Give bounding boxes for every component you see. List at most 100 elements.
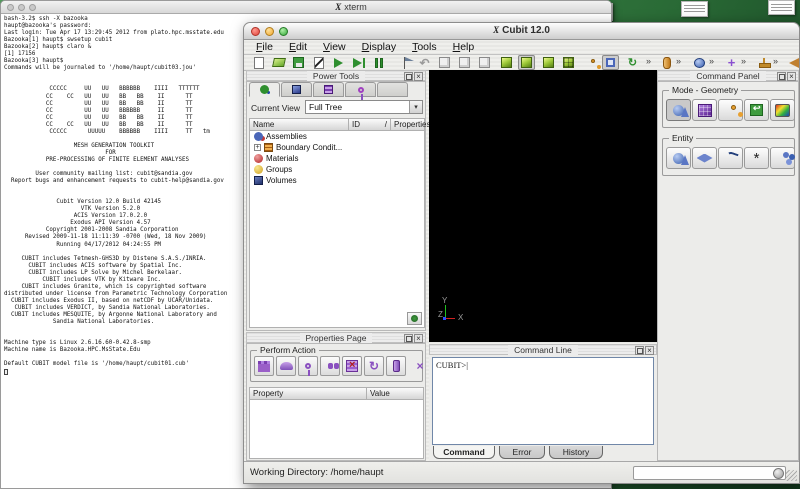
desktop-note-icon[interactable] [681, 1, 708, 17]
chevron-down-icon[interactable]: ▾ [409, 101, 422, 113]
vertex-toolbar-overflow[interactable]: » [741, 56, 746, 66]
power-tools-header[interactable]: Power Tools × [246, 70, 426, 81]
smooth-shade-cube-icon[interactable] [498, 55, 515, 70]
command-input-area[interactable]: CUBIT>| [432, 357, 654, 445]
surface-entity-icon[interactable] [692, 147, 717, 169]
surface-toolbar-icon[interactable] [658, 55, 675, 70]
transparent-cube-icon[interactable] [476, 55, 493, 70]
diagnose-tab[interactable] [345, 82, 376, 100]
mesh-tab[interactable] [313, 82, 344, 97]
play-journal-icon[interactable] [330, 55, 347, 70]
terminal-output[interactable]: bash-3.2$ ssh -X bazooka haupt@bazooka's… [4, 16, 227, 368]
tab-history[interactable]: History [549, 446, 603, 459]
desktop-file-icon[interactable] [768, 0, 795, 15]
xterm-titlebar[interactable]: Xxterm [1, 1, 611, 14]
model-tree[interactable]: Assemblies + Boundary Condit... Materials… [249, 131, 425, 328]
verify-tab[interactable] [377, 82, 408, 97]
properties-page-close-button[interactable]: × [414, 334, 423, 343]
shaded-cube-icon[interactable] [518, 55, 535, 70]
command-line-close-button[interactable]: × [645, 346, 654, 355]
refresh-graphics-icon[interactable]: ↻ [624, 55, 641, 70]
curve-entity-icon[interactable] [718, 147, 743, 169]
cubit-titlebar[interactable]: X Cubit 12.0 [244, 23, 799, 40]
tree-item-materials[interactable]: Materials [250, 153, 424, 164]
column-value[interactable]: Value [367, 387, 424, 400]
properties-page-header[interactable]: Properties Page × [246, 332, 426, 343]
volume-entity-icon[interactable] [666, 147, 691, 169]
properties-table-body[interactable] [249, 400, 424, 459]
exodus-mode-icon[interactable] [744, 99, 769, 121]
expand-icon[interactable]: + [254, 144, 261, 151]
graphics-viewport[interactable]: Y X Z [429, 70, 657, 342]
save-icon[interactable] [290, 55, 307, 70]
search-icon[interactable] [320, 356, 340, 376]
flag-icon[interactable] [396, 55, 414, 70]
status-field[interactable] [633, 466, 786, 480]
post-processing-mode-icon[interactable] [770, 99, 795, 121]
volume-toolbar-overflow[interactable]: » [709, 56, 714, 66]
smooth-icon[interactable] [276, 356, 296, 376]
tab-error[interactable]: Error [499, 446, 545, 459]
pin-close-icon[interactable]: × [410, 356, 430, 376]
mesh-cube-icon[interactable] [560, 55, 577, 70]
volume-toolbar-icon[interactable] [691, 55, 708, 70]
column-id[interactable]: ID / [349, 118, 391, 131]
entity-labels-icon[interactable] [582, 55, 599, 70]
menu-file[interactable]: File [248, 41, 281, 53]
column-name[interactable]: Name [249, 118, 349, 131]
surface-toolbar-overflow[interactable]: » [676, 56, 681, 66]
menu-help[interactable]: Help [445, 41, 483, 53]
command-line-float-button[interactable] [635, 346, 644, 355]
play-journal-to-end-icon[interactable] [350, 55, 367, 70]
axis-toolbar-icon[interactable] [755, 55, 772, 70]
power-tools-close-button[interactable]: × [414, 72, 423, 81]
menu-edit[interactable]: Edit [281, 41, 315, 53]
tree-item-assemblies[interactable]: Assemblies [250, 131, 424, 142]
vertex-entity-icon[interactable]: * [744, 147, 769, 169]
resize-grip[interactable] [786, 470, 797, 481]
key-icon[interactable] [298, 356, 318, 376]
full-tree-tab[interactable] [249, 82, 280, 97]
select-mode-icon[interactable] [602, 55, 619, 70]
command-panel-header[interactable]: Command Panel × [657, 70, 799, 81]
power-tools-float-button[interactable] [404, 72, 413, 81]
tree-item-boundary-conditions[interactable]: + Boundary Condit... [250, 142, 424, 153]
delete-mesh-icon[interactable] [342, 356, 362, 376]
menu-view[interactable]: View [315, 41, 354, 53]
edit-journal-icon[interactable] [310, 55, 327, 70]
menu-tools[interactable]: Tools [404, 41, 445, 53]
column-properties[interactable]: Properties [391, 118, 430, 131]
hidden-line-cube-icon[interactable] [456, 55, 473, 70]
mesh-mode-icon[interactable] [692, 99, 717, 121]
axis-toolbar-overflow[interactable]: » [773, 56, 778, 66]
pause-journal-icon[interactable] [370, 55, 387, 70]
menu-display[interactable]: Display [354, 41, 404, 53]
command-panel-float-button[interactable] [777, 72, 786, 81]
tree-options-button[interactable] [407, 312, 422, 325]
current-view-dropdown[interactable]: Full Tree ▾ [305, 100, 423, 114]
toolbar-overflow[interactable]: » [646, 56, 651, 66]
properties-page-float-button[interactable] [404, 334, 413, 343]
column-property[interactable]: Property [249, 387, 367, 400]
new-journal-icon[interactable] [250, 55, 267, 70]
group-entity-icon[interactable] [770, 147, 795, 169]
undo-icon[interactable]: ↶ [416, 55, 433, 70]
cone-toolbar-icon[interactable] [785, 55, 800, 70]
tree-item-groups[interactable]: Groups [250, 164, 424, 175]
status-round-button[interactable] [773, 468, 784, 479]
command-panel-close-button[interactable]: × [787, 72, 796, 81]
geometry-mode-icon[interactable] [666, 99, 691, 121]
command-line-header[interactable]: Command Line × [429, 344, 657, 355]
boundary-conditions-mode-icon[interactable] [718, 99, 743, 121]
open-icon[interactable] [270, 55, 287, 70]
refresh-icon[interactable]: ↻ [364, 356, 384, 376]
status-input[interactable] [636, 468, 768, 478]
extrude-icon[interactable] [386, 356, 406, 376]
tab-command[interactable]: Command [433, 446, 495, 459]
composite-cube-icon[interactable] [540, 55, 557, 70]
tree-item-volumes[interactable]: Volumes [250, 175, 424, 186]
vertex-toolbar-icon[interactable]: + [723, 55, 740, 70]
wireframe-cube-icon[interactable] [436, 55, 453, 70]
histogram-icon[interactable] [254, 356, 274, 376]
geometry-tab[interactable] [281, 82, 312, 97]
